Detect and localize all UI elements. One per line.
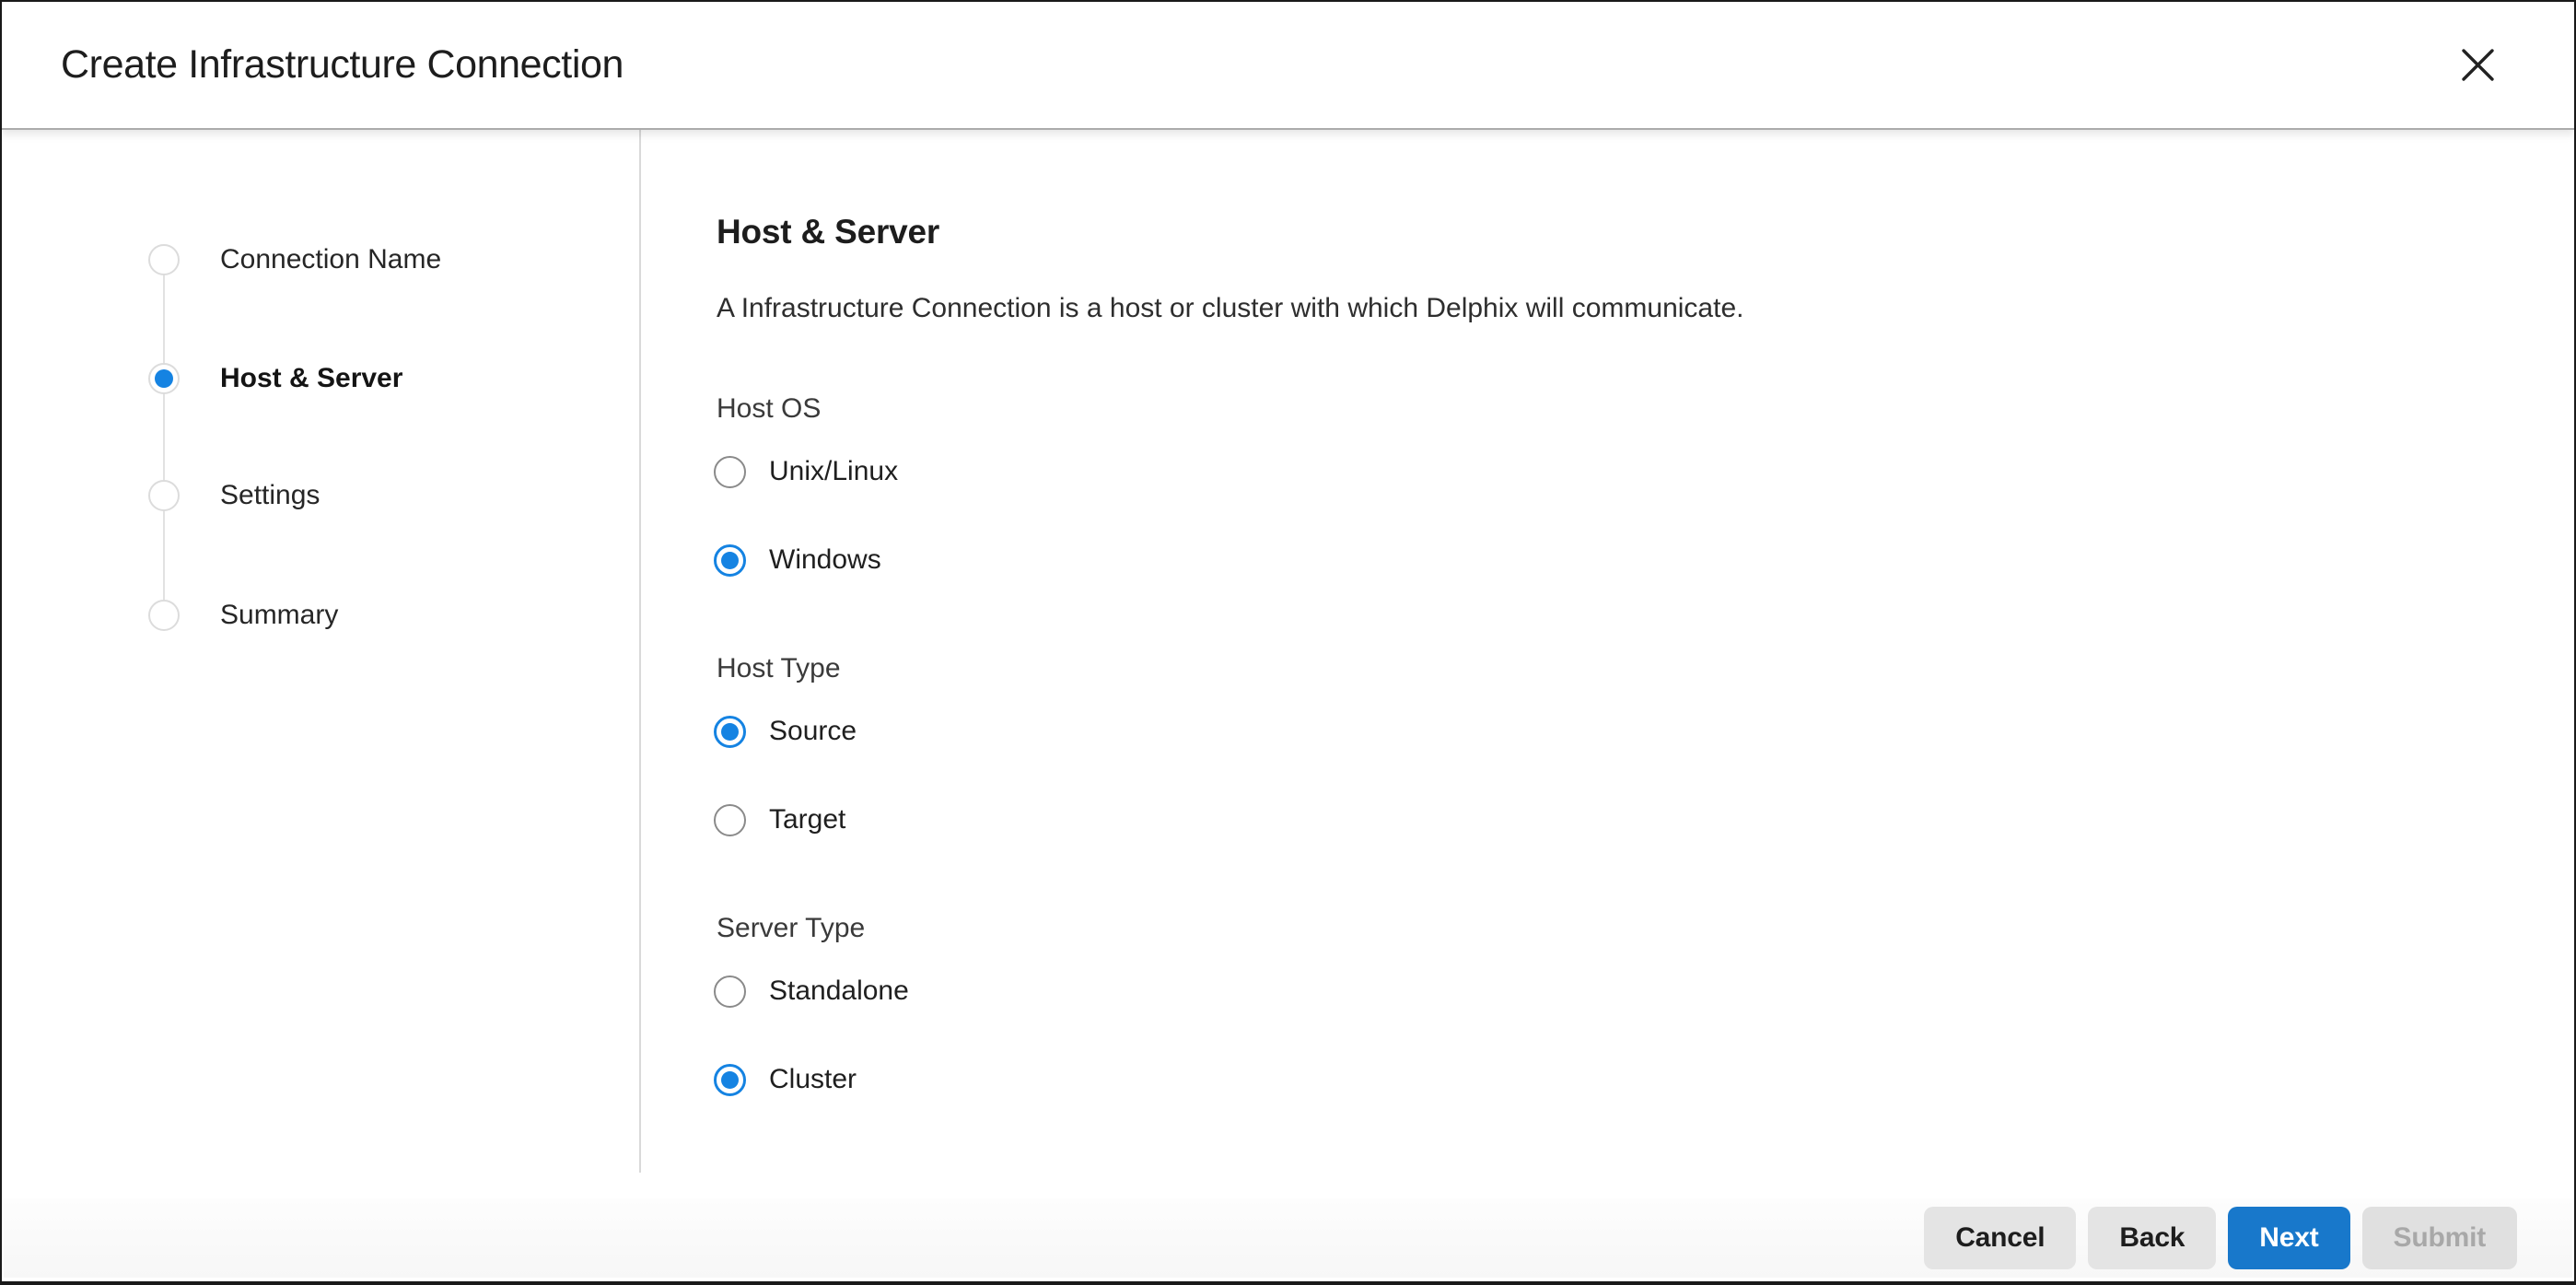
radio-dot-icon [721, 723, 739, 741]
page-title: Host & Server [717, 214, 2519, 251]
stepper-step-settings[interactable]: Settings [148, 480, 320, 511]
next-button[interactable]: Next [2228, 1207, 2349, 1269]
radio-option-windows[interactable]: Windows [714, 543, 2519, 577]
page-description: A Infrastructure Connection is a host or… [717, 289, 2519, 328]
radio-option-cluster[interactable]: Cluster [714, 1063, 2519, 1096]
step-circle-icon [148, 480, 180, 511]
group-label: Host OS [717, 392, 2519, 426]
radio-option-label: Windows [769, 544, 881, 576]
radio-option-label: Standalone [769, 975, 909, 1007]
stepper-step-label: Connection Name [220, 244, 441, 275]
wizard-sidebar: Connection Name Host & Server Settings Summ… [2, 130, 641, 1202]
back-button[interactable]: Back [2088, 1207, 2216, 1269]
submit-button: Submit [2362, 1207, 2517, 1269]
radio-selected-icon[interactable] [714, 1064, 746, 1096]
main-content: Host & Server A Infrastructure Connectio… [641, 130, 2574, 1202]
radio-dot-icon [721, 1071, 739, 1089]
radio-unselected-icon[interactable] [714, 975, 746, 1008]
radio-option-standalone[interactable]: Standalone [714, 975, 2519, 1008]
dialog-body: Connection Name Host & Server Settings Summ… [2, 130, 2574, 1202]
cancel-button[interactable]: Cancel [1924, 1207, 2076, 1269]
radio-unselected-icon[interactable] [714, 804, 746, 836]
stepper-step-host-server[interactable]: Host & Server [148, 363, 402, 394]
radio-option-label: Source [769, 716, 857, 747]
dialog-header: Create Infrastructure Connection [2, 2, 2574, 130]
step-active-circle-icon [148, 363, 180, 394]
close-button[interactable] [2451, 39, 2504, 92]
group-label: Server Type [717, 912, 2519, 945]
form-area: Host OS Unix/Linux Windows Host Type Source T… [717, 392, 2519, 1096]
radio-option-label: Unix/Linux [769, 456, 898, 487]
stepper: Connection Name Host & Server Settings Summ… [2, 130, 641, 1202]
radio-option-label: Cluster [769, 1064, 857, 1095]
stepper-step-label: Summary [220, 600, 338, 631]
step-circle-icon [148, 600, 180, 631]
radio-group-server-type: Server Type Standalone Cluster [717, 912, 2519, 1096]
radio-option-label: Target [769, 804, 845, 835]
dialog-title: Create Infrastructure Connection [61, 42, 624, 88]
stepper-step-label: Host & Server [220, 363, 402, 394]
footer: CancelBackNextSubmit [4, 1198, 2572, 1278]
stepper-step-connection-name[interactable]: Connection Name [148, 244, 441, 275]
radio-option-source[interactable]: Source [714, 715, 2519, 748]
create-infrastructure-connection-dialog: Create Infrastructure Connection Connect… [0, 0, 2576, 1285]
radio-group-host-type: Host Type Source Target [717, 652, 2519, 836]
radio-selected-icon[interactable] [714, 544, 746, 577]
radio-unselected-icon[interactable] [714, 456, 746, 488]
radio-dot-icon [721, 552, 739, 569]
radio-group-host-os: Host OS Unix/Linux Windows [717, 392, 2519, 577]
step-circle-icon [148, 244, 180, 275]
group-label: Host Type [717, 652, 2519, 685]
radio-selected-icon[interactable] [714, 716, 746, 748]
stepper-step-summary[interactable]: Summary [148, 600, 338, 631]
active-step-dot-icon [155, 369, 173, 388]
close-icon [2461, 48, 2495, 82]
stepper-step-label: Settings [220, 480, 320, 511]
radio-option-unix-linux[interactable]: Unix/Linux [714, 455, 2519, 488]
radio-option-target[interactable]: Target [714, 803, 2519, 836]
stepper-connector-line [163, 260, 165, 615]
